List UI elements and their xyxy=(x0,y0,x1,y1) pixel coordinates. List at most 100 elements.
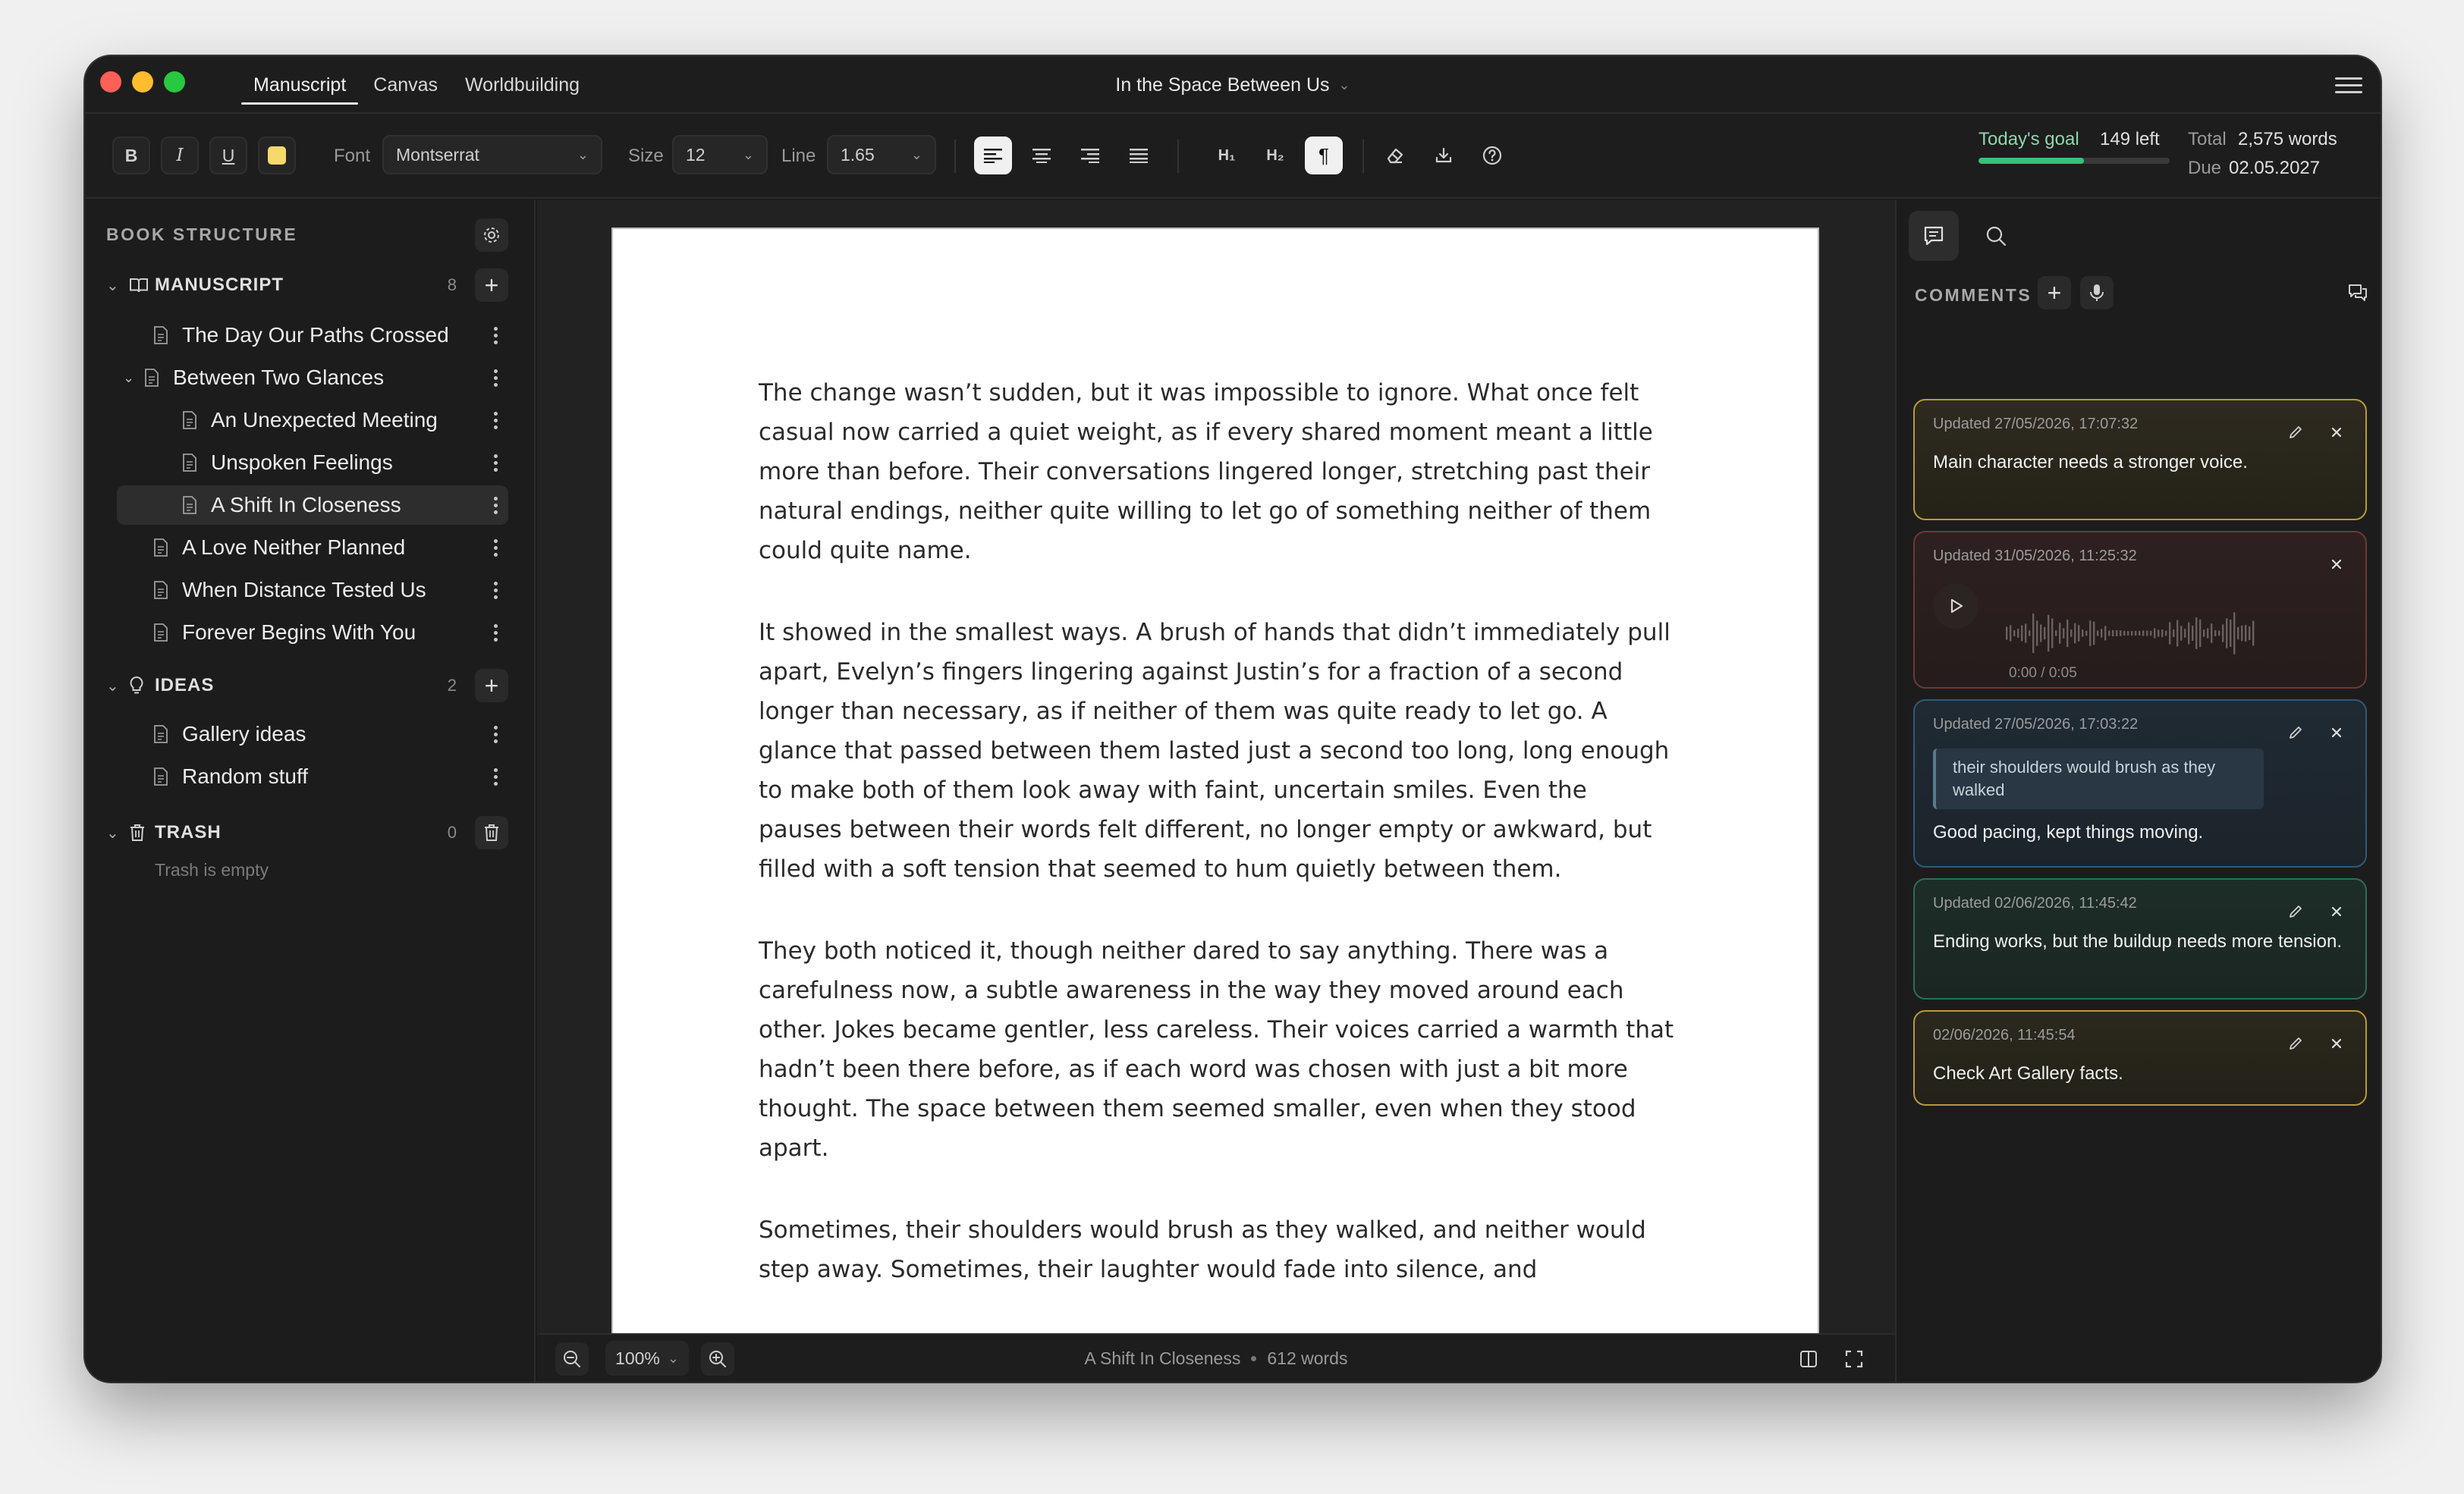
pencil-icon xyxy=(2290,1037,2302,1050)
more-options-icon[interactable] xyxy=(492,454,499,472)
delete-comment-button[interactable] xyxy=(2323,1030,2350,1057)
audio-waveform[interactable] xyxy=(2006,603,2256,664)
split-view-button[interactable] xyxy=(1792,1342,1825,1376)
sidebar-item-forever-begins-with-you[interactable]: Forever Begins With You xyxy=(153,613,508,652)
more-options-icon[interactable] xyxy=(492,623,499,642)
clear-format-button[interactable] xyxy=(1376,137,1414,174)
voice-comment-button[interactable] xyxy=(2080,276,2114,309)
edit-comment-button[interactable] xyxy=(2282,898,2309,925)
more-options-icon[interactable] xyxy=(492,725,499,743)
document-icon xyxy=(153,538,182,557)
document-title-text[interactable]: In the Space Between Us xyxy=(1115,74,1329,96)
play-button[interactable] xyxy=(1933,583,1978,629)
comment-card[interactable]: 02/06/2026, 11:45:54 Check Art Gallery f… xyxy=(1913,1010,2367,1106)
waveform-bar xyxy=(2006,626,2008,640)
paragraph[interactable]: Sometimes, their shoulders would brush a… xyxy=(759,1210,1677,1289)
sidebar-item-when-distance-tested-us[interactable]: When Distance Tested Us xyxy=(153,570,508,610)
delete-comment-button[interactable] xyxy=(2323,898,2350,925)
sidebar-settings-button[interactable] xyxy=(475,218,508,252)
sidebar-item-gallery-ideas[interactable]: Gallery ideas xyxy=(153,714,508,754)
close-window-button[interactable] xyxy=(100,71,121,93)
delete-comment-button[interactable] xyxy=(2323,419,2350,446)
more-options-icon[interactable] xyxy=(492,496,499,514)
waveform-bar xyxy=(2135,630,2137,636)
align-right-button[interactable] xyxy=(1071,137,1109,174)
paragraph[interactable]: They both noticed it, though neither dar… xyxy=(759,931,1677,1168)
delete-comment-button[interactable] xyxy=(2323,551,2350,578)
align-justify-button[interactable] xyxy=(1120,137,1158,174)
highlight-button[interactable] xyxy=(258,137,296,174)
chevron-down-icon[interactable]: ⌄ xyxy=(106,824,129,843)
zoom-window-button[interactable] xyxy=(164,71,185,93)
italic-button[interactable]: I xyxy=(161,137,199,174)
sidebar-item-label: A Love Neither Planned xyxy=(182,535,406,559)
add-comment-button[interactable]: + xyxy=(2038,276,2071,309)
more-options-icon[interactable] xyxy=(492,411,499,429)
audio-comment-card[interactable]: Updated 31/05/2026, 11:25:32 0:00 / 0:05 xyxy=(1913,531,2367,689)
edit-comment-button[interactable] xyxy=(2282,419,2309,446)
bold-button[interactable]: B xyxy=(112,137,150,174)
edit-comment-button[interactable] xyxy=(2282,1030,2309,1057)
zoom-in-button[interactable] xyxy=(701,1342,734,1376)
more-options-icon[interactable] xyxy=(492,767,499,786)
heading-1-button[interactable]: H₁ xyxy=(1208,137,1246,174)
size-select[interactable]: 12 ⌄ xyxy=(672,135,768,174)
sidebar-item-a-love-neither-planned[interactable]: A Love Neither Planned xyxy=(153,528,508,567)
more-options-icon[interactable] xyxy=(492,369,499,387)
search-tab[interactable] xyxy=(1971,211,2021,261)
add-idea-button[interactable]: + xyxy=(475,669,508,702)
chevron-down-icon[interactable]: ⌄ xyxy=(123,370,144,386)
section-trash[interactable]: ⌄ TRASH 0 xyxy=(106,813,508,852)
section-ideas[interactable]: ⌄ IDEAS 2 + xyxy=(106,666,508,705)
paragraph[interactable]: The change wasn’t sudden, but it was imp… xyxy=(759,373,1677,570)
comments-tab[interactable] xyxy=(1909,211,1959,261)
heading-2-button[interactable]: H₂ xyxy=(1256,137,1294,174)
section-manuscript[interactable]: ⌄ MANUSCRIPT 8 + xyxy=(106,265,508,305)
paragraph[interactable]: It showed in the smallest ways. A brush … xyxy=(759,613,1677,889)
align-left-button[interactable] xyxy=(974,137,1012,174)
zoom-out-button[interactable] xyxy=(555,1342,589,1376)
conversation-view-button[interactable] xyxy=(2341,276,2374,309)
hamburger-menu-icon[interactable] xyxy=(2335,71,2362,99)
tab-canvas[interactable]: Canvas xyxy=(361,56,450,114)
fullscreen-button[interactable] xyxy=(1837,1342,1871,1376)
more-options-icon[interactable] xyxy=(492,538,499,557)
minimize-window-button[interactable] xyxy=(132,71,153,93)
sidebar-item-the-day-our-paths-crossed[interactable]: The Day Our Paths Crossed xyxy=(153,315,508,355)
comment-card[interactable]: Updated 02/06/2026, 11:45:42 Ending work… xyxy=(1913,878,2367,1000)
play-icon xyxy=(1950,598,1963,614)
waveform-bar xyxy=(2176,620,2179,647)
sidebar-item-unspoken-feelings[interactable]: Unspoken Feelings xyxy=(182,443,508,482)
chapter-text[interactable]: The change wasn’t sudden, but it was imp… xyxy=(759,373,1677,1332)
zoom-select[interactable]: 100% ⌄ xyxy=(605,1341,689,1376)
manuscript-page[interactable]: The change wasn’t sudden, but it was imp… xyxy=(611,228,1819,1335)
sidebar-item-random-stuff[interactable]: Random stuff xyxy=(153,757,508,796)
waveform-bar xyxy=(2218,630,2220,636)
tab-worldbuilding[interactable]: Worldbuilding xyxy=(453,56,592,114)
waveform-bar xyxy=(2120,630,2122,636)
comment-card[interactable]: Updated 27/05/2026, 17:03:22 their shoul… xyxy=(1913,699,2367,868)
line-height-select[interactable]: 1.65 ⌄ xyxy=(827,135,936,174)
size-value: 12 xyxy=(686,144,706,165)
sidebar-item-between-two-glances[interactable]: ⌄ Between Two Glances xyxy=(123,358,508,397)
gear-icon xyxy=(484,228,499,243)
sidebar-item-a-shift-in-closeness[interactable]: A Shift In Closeness xyxy=(117,485,508,525)
download-button[interactable] xyxy=(1425,137,1463,174)
underline-button[interactable]: U xyxy=(209,137,247,174)
more-options-icon[interactable] xyxy=(492,581,499,599)
align-center-button[interactable] xyxy=(1023,137,1061,174)
edit-comment-button[interactable] xyxy=(2282,719,2309,746)
help-button[interactable] xyxy=(1473,137,1511,174)
tab-manuscript[interactable]: Manuscript xyxy=(241,56,359,114)
add-chapter-button[interactable]: + xyxy=(475,268,508,302)
waveform-bar xyxy=(2222,624,2224,642)
paragraph-marks-button[interactable]: ¶ xyxy=(1305,137,1343,174)
comment-card[interactable]: Updated 27/05/2026, 17:07:32 Main charac… xyxy=(1913,399,2367,520)
chevron-down-icon[interactable]: ⌄ xyxy=(106,676,129,695)
sidebar-item-an-unexpected-meeting[interactable]: An Unexpected Meeting xyxy=(182,400,508,440)
delete-comment-button[interactable] xyxy=(2323,719,2350,746)
font-select[interactable]: Montserrat ⌄ xyxy=(382,135,602,174)
empty-trash-button[interactable] xyxy=(475,816,508,849)
chevron-down-icon[interactable]: ⌄ xyxy=(106,276,129,295)
more-options-icon[interactable] xyxy=(492,326,499,344)
